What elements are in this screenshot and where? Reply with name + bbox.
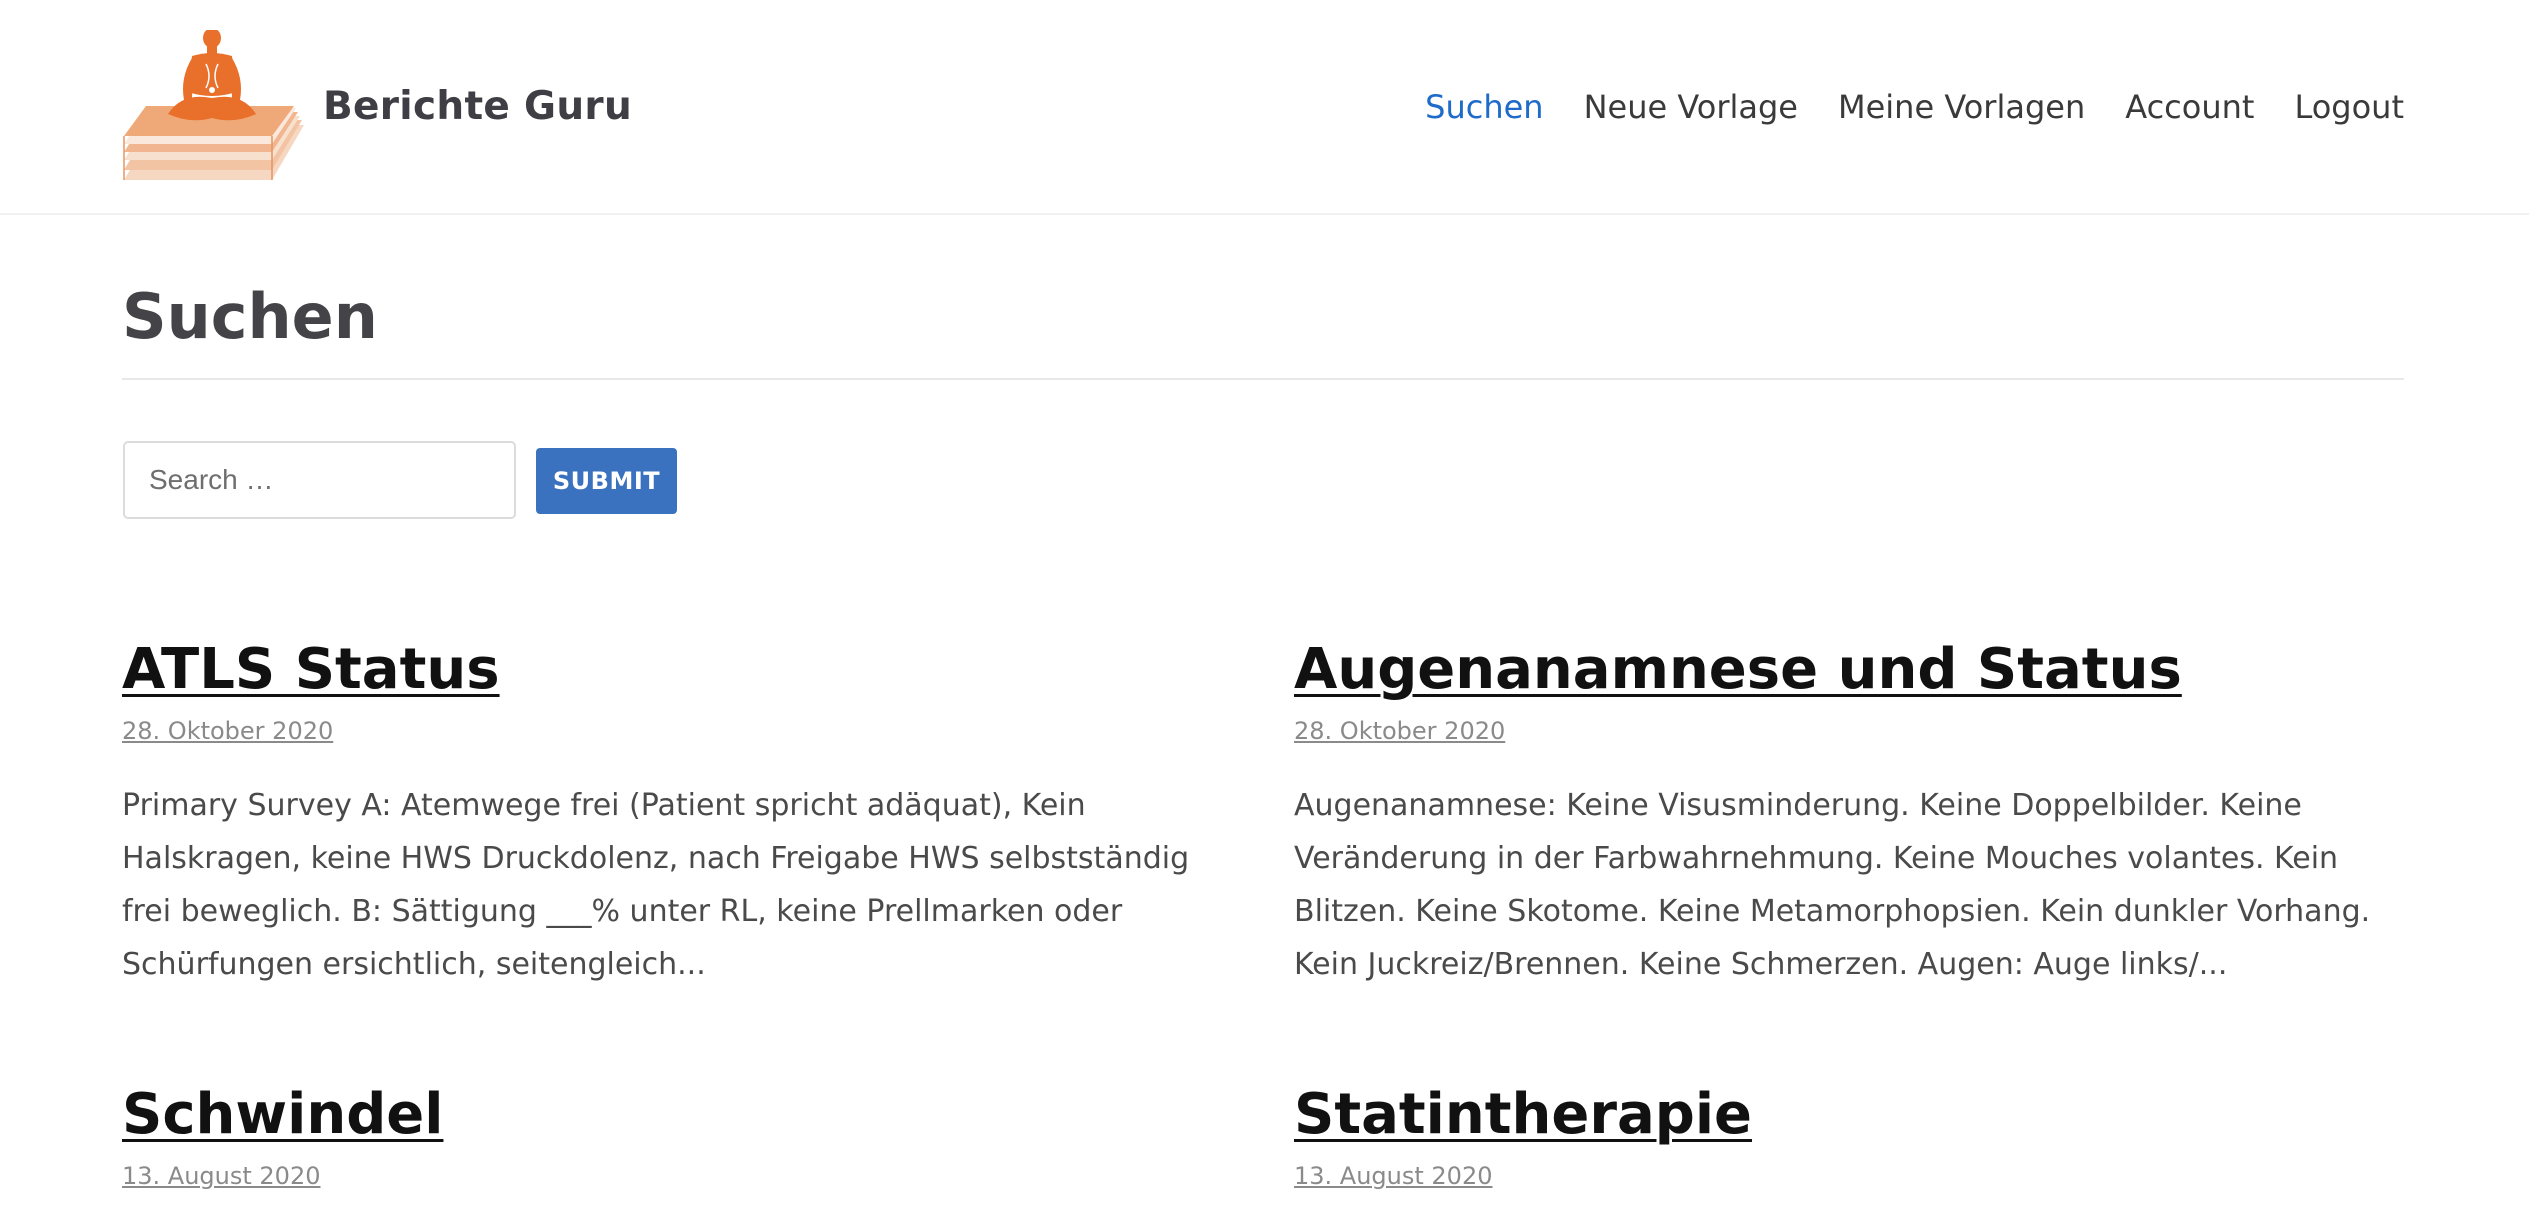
site-header: Berichte Guru Suchen Neue Vorlage Meine … [0, 0, 2529, 215]
nav-item-neue-vorlage[interactable]: Neue Vorlage [1584, 88, 1798, 126]
post-excerpt: Primary Survey A: Atemwege frei (Patient… [122, 788, 1190, 983]
post-augenanamnese: Augenanamnese und Status 28. Oktober 202… [1294, 636, 2404, 991]
post-date[interactable]: 28. Oktober 2020 [1294, 717, 1505, 745]
meditating-figure-logo-icon [123, 28, 304, 180]
post-date[interactable]: 13. August 2020 [122, 1162, 321, 1190]
nav-item-meine-vorlagen[interactable]: Meine Vorlagen [1838, 88, 2085, 126]
post-title[interactable]: ATLS Status [122, 636, 1232, 703]
nav-item-account[interactable]: Account [2125, 88, 2254, 126]
post-title[interactable]: Statintherapie [1294, 1081, 2404, 1148]
nav-item-suchen[interactable]: Suchen [1425, 88, 1543, 126]
post-title[interactable]: Schwindel [122, 1081, 1232, 1148]
site-title[interactable]: Berichte Guru [323, 84, 632, 129]
title-divider [122, 378, 2404, 380]
main-navigation: Suchen Neue Vorlage Meine Vorlagen Accou… [1425, 88, 2404, 126]
site-logo[interactable] [122, 28, 304, 180]
post-title[interactable]: Augenanamnese und Status [1294, 636, 2404, 703]
post-date[interactable]: 28. Oktober 2020 [122, 717, 333, 745]
post-excerpt: Augenanamnese: Keine Visusminderung. Kei… [1294, 788, 2371, 983]
submit-button[interactable]: SUBMIT [536, 448, 677, 514]
post-atls-status: ATLS Status 28. Oktober 2020 Primary Sur… [122, 636, 1232, 991]
page-title: Suchen [122, 280, 378, 353]
post-statintherapie: Statintherapie 13. August 2020 [1294, 1081, 2404, 1190]
nav-item-logout[interactable]: Logout [2294, 88, 2404, 126]
search-input[interactable] [123, 441, 516, 519]
post-date[interactable]: 13. August 2020 [1294, 1162, 1493, 1190]
post-schwindel: Schwindel 13. August 2020 [122, 1081, 1232, 1190]
